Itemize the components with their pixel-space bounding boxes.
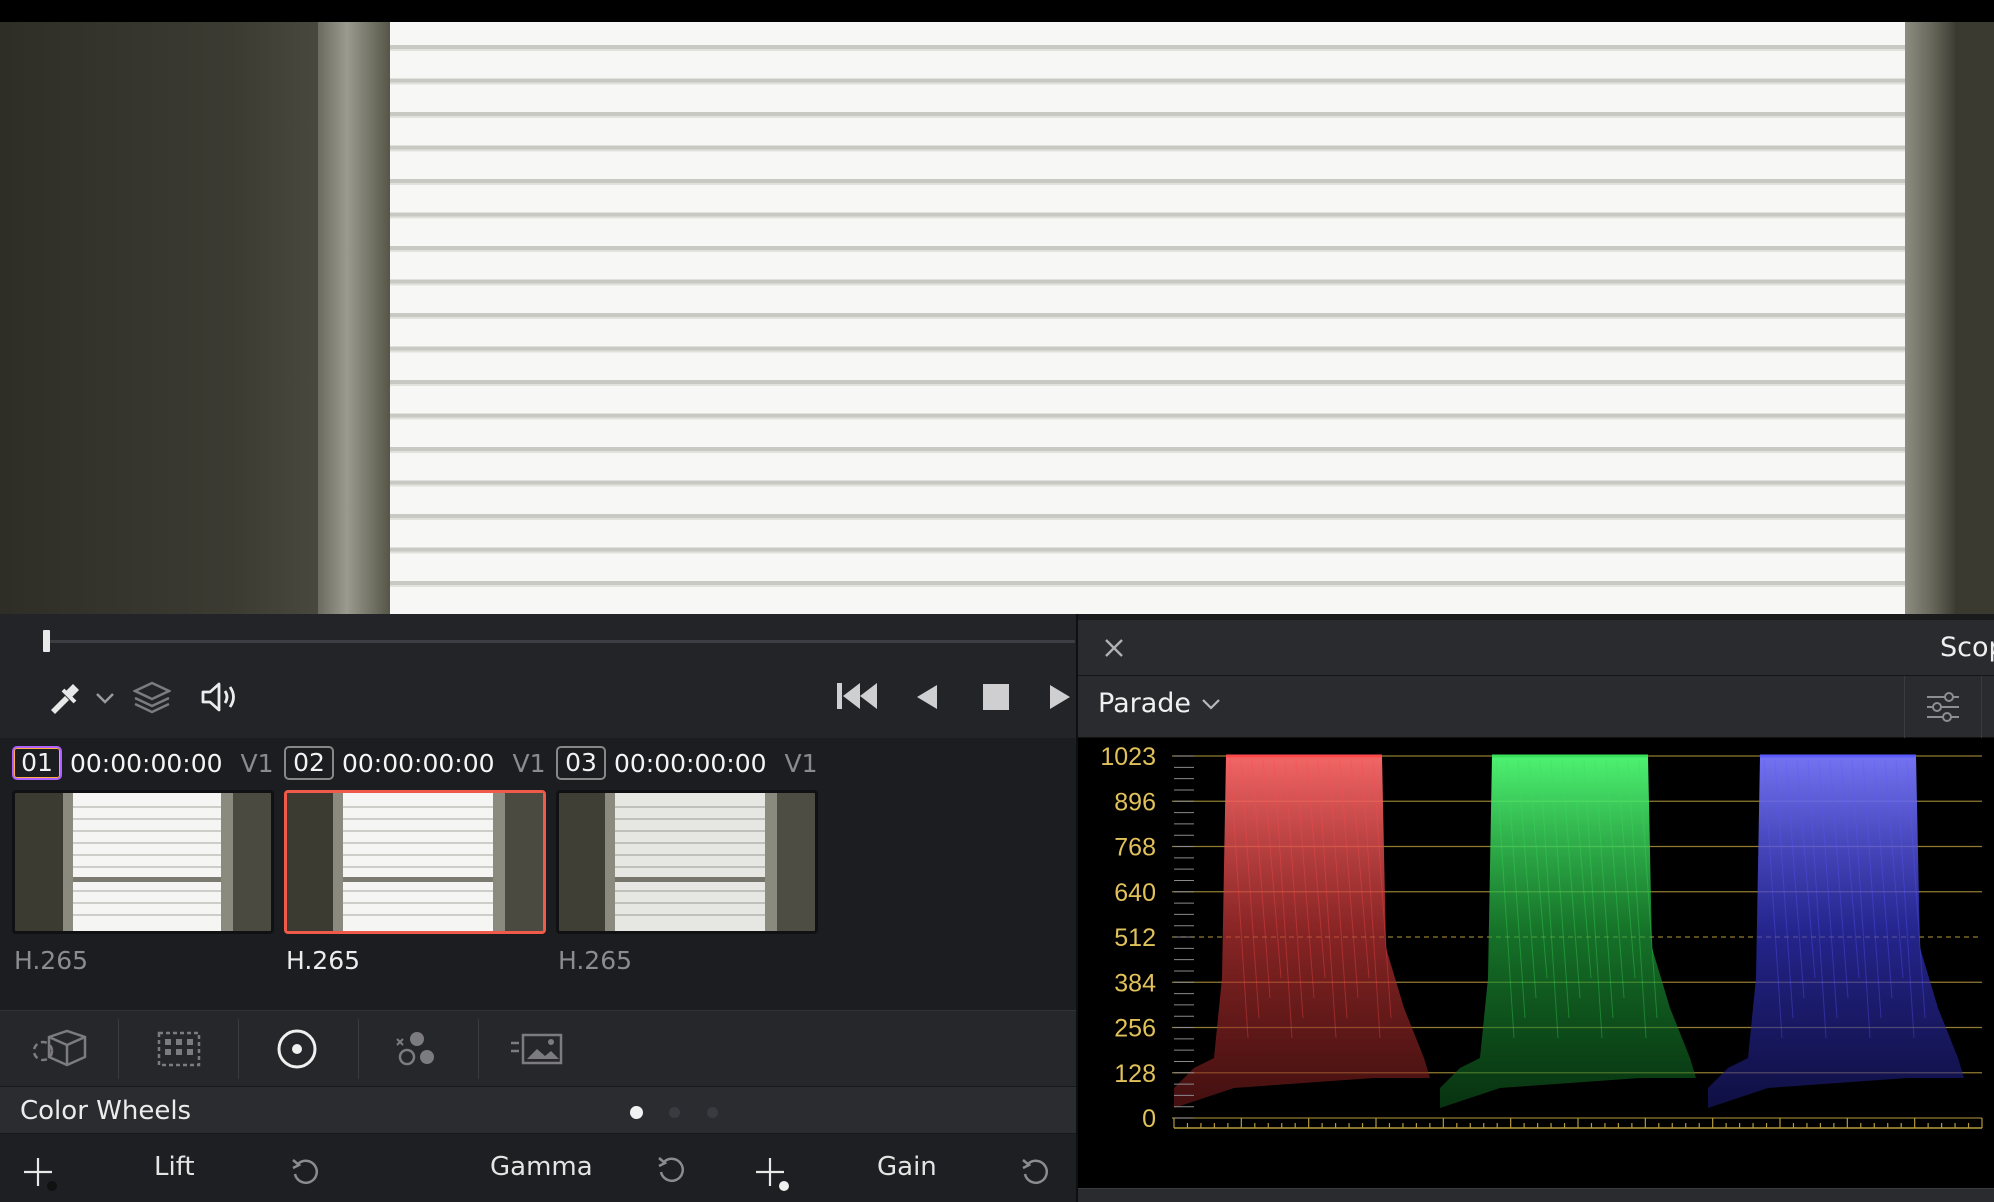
clip-number: 02	[284, 746, 334, 780]
scope-type-dropdown[interactable]: Parade	[1098, 688, 1221, 719]
clip-thumbnail[interactable]	[556, 790, 818, 934]
gain-picker-icon[interactable]	[754, 1156, 792, 1194]
page-dot-3[interactable]	[707, 1107, 718, 1118]
chevron-down-icon	[1202, 698, 1220, 710]
play-forward-button[interactable]	[1044, 678, 1076, 716]
stop-icon	[983, 684, 1009, 710]
gain-label: Gain	[877, 1152, 937, 1182]
rgb-mixer-icon	[396, 1032, 434, 1066]
clip-thumbnail-image	[15, 793, 271, 931]
viewer	[0, 0, 1994, 614]
play-reverse-icon	[917, 685, 937, 709]
clip-thumbnail-image	[559, 793, 815, 931]
clip-thumbnail-image	[287, 793, 543, 931]
clip-number: 01	[12, 746, 62, 780]
scope-type-label: Parade	[1098, 688, 1192, 719]
clip-strip: 01 00:00:00:00 V1 H.265 02 00:00:00:00 V…	[0, 738, 1076, 1010]
scope-axis-label: 512	[1114, 924, 1156, 952]
clip-timecode: 00:00:00:00	[614, 748, 767, 778]
camera-raw-button[interactable]	[0, 1011, 118, 1087]
color-match-button[interactable]	[120, 1011, 238, 1087]
color-wheels-header: Color Wheels	[0, 1086, 1076, 1134]
clip-codec: H.265	[286, 946, 361, 975]
page-dot-2[interactable]	[669, 1107, 680, 1118]
page-dot-1[interactable]	[630, 1106, 643, 1119]
gain-reset-icon[interactable]	[1020, 1156, 1052, 1188]
scope-axis-label: 384	[1114, 969, 1156, 997]
scope-axis-label: 768	[1114, 834, 1156, 862]
scopes-panel: Scop Parade	[1076, 614, 1994, 1202]
motion-effects-icon	[511, 1033, 563, 1065]
palette-toolbar	[0, 1010, 1076, 1086]
transport-bar	[0, 614, 1076, 746]
lift-picker-icon[interactable]	[22, 1156, 60, 1194]
gamma-reset-icon[interactable]	[656, 1154, 688, 1186]
play-reverse-button[interactable]	[910, 678, 944, 716]
color-wheels-button[interactable]	[238, 1011, 356, 1087]
scopes-titlebar: Scop	[1078, 620, 1994, 676]
green-channel-trace	[1440, 756, 1696, 1108]
lift-label: Lift	[154, 1152, 195, 1182]
clip-number: 03	[556, 746, 606, 780]
lift-reset-icon[interactable]	[290, 1156, 322, 1188]
viewer-frame	[0, 22, 1994, 614]
scrubber-playhead[interactable]	[43, 630, 50, 652]
scope-secondary-bar	[1078, 1188, 1994, 1202]
gamma-label: Gamma	[490, 1152, 593, 1182]
color-wheels-title: Color Wheels	[20, 1096, 192, 1126]
picker-icon	[51, 684, 114, 714]
scope-axis-label: 640	[1114, 879, 1156, 907]
color-wheels-icon	[277, 1029, 317, 1069]
skip-to-start-icon	[837, 683, 877, 709]
clip-track: V1	[784, 748, 818, 778]
scope-axis-label: 1023	[1100, 743, 1156, 771]
scope-axis-label: 128	[1114, 1060, 1156, 1088]
separator	[118, 1019, 119, 1079]
clip-header: 02 00:00:00:00 V1	[284, 746, 546, 780]
clip-header: 01 00:00:00:00 V1	[12, 746, 274, 780]
audio-icon	[201, 682, 235, 712]
audio-button[interactable]	[198, 678, 240, 716]
clip-timecode: 00:00:00:00	[70, 748, 223, 778]
blue-channel-trace	[1708, 756, 1964, 1108]
parade-plot: 1023 896 768 640 512 384 256 128 0	[1100, 743, 1983, 1133]
scopes-title: Scop	[1940, 632, 1994, 663]
color-match-icon	[157, 1031, 201, 1067]
clip-thumbnail[interactable]	[284, 790, 546, 934]
scope-traces	[1174, 754, 1964, 1108]
clip-codec: H.265	[558, 946, 633, 975]
layers-icon	[133, 681, 171, 714]
layers-button[interactable]	[132, 678, 172, 716]
skip-to-start-button[interactable]	[834, 676, 880, 716]
camera-raw-icon	[32, 1029, 87, 1067]
motion-effects-button[interactable]	[478, 1011, 596, 1087]
clip-codec: H.265	[14, 946, 89, 975]
close-icon[interactable]	[1100, 634, 1128, 662]
play-forward-icon	[1050, 685, 1070, 709]
color-picker-button[interactable]	[42, 680, 118, 714]
clip-header: 03 00:00:00:00 V1	[556, 746, 818, 780]
scope-axis-label: 896	[1114, 788, 1156, 816]
scope-axis-label: 0	[1142, 1105, 1156, 1133]
scope-axis-label: 256	[1114, 1015, 1156, 1043]
scrubber-track[interactable]	[45, 640, 1075, 643]
clip-timecode: 00:00:00:00	[342, 748, 495, 778]
scope-settings-button[interactable]	[1904, 676, 1982, 738]
color-wheels-row: Lift Gamma Gain	[0, 1134, 1076, 1202]
scope-toolbar: Parade	[1078, 676, 1994, 738]
clip-track: V1	[240, 748, 274, 778]
rgb-mixer-button[interactable]	[358, 1011, 476, 1087]
clip-track: V1	[512, 748, 546, 778]
parade-scope: 1023 896 768 640 512 384 256 128 0	[1078, 738, 1994, 1188]
red-channel-trace	[1174, 756, 1430, 1108]
clip-thumbnail[interactable]	[12, 790, 274, 934]
stop-button[interactable]	[976, 678, 1016, 716]
sliders-icon	[1927, 692, 1959, 722]
